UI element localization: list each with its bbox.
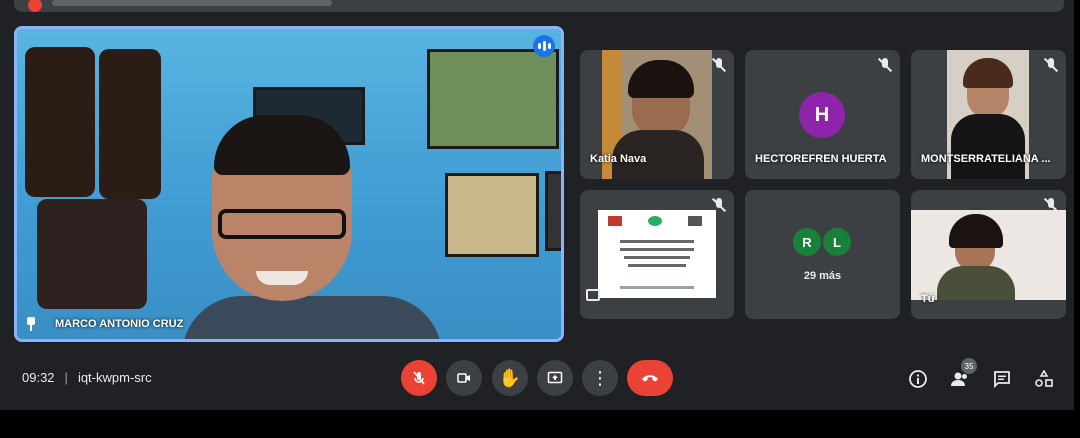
wall-picture — [427, 49, 559, 149]
wall-decoration — [37, 199, 147, 309]
avatar: H — [799, 92, 845, 138]
meeting-time: 09:32 — [22, 370, 55, 385]
muted-mic-icon — [878, 58, 892, 72]
wall-picture — [445, 173, 539, 257]
present-button[interactable] — [537, 360, 573, 396]
separator: | — [64, 370, 68, 385]
camera-toggle-button[interactable] — [446, 360, 482, 396]
shared-presentation — [598, 210, 716, 298]
present-screen-icon — [547, 371, 563, 384]
main-speaker-tile[interactable]: MARCO ANTONIO CRUZ — [14, 26, 564, 342]
more-participants-tile[interactable]: R L 29 más — [745, 190, 900, 319]
wall-decoration — [25, 47, 95, 197]
wall-picture — [545, 171, 561, 251]
chat-icon — [994, 371, 1010, 389]
mic-off-icon — [413, 371, 425, 385]
avatar: R — [793, 228, 821, 256]
meeting-code: iqt-kwpm-src — [77, 370, 152, 385]
people-count-badge: 35 — [961, 358, 977, 374]
muted-mic-icon — [712, 58, 726, 72]
speaker-video — [182, 115, 442, 339]
muted-mic-icon — [1044, 58, 1058, 72]
chat-button[interactable] — [989, 366, 1015, 392]
camera-icon — [457, 373, 470, 383]
participant-name: MONTSERRATELIANA ... — [921, 153, 1051, 165]
muted-mic-icon — [712, 198, 726, 212]
avatar: L — [823, 228, 851, 256]
people-button[interactable]: 35 — [947, 358, 977, 392]
control-bar: 09:32 | iqt-kwpm-src ✋ ⋮ 35 — [0, 356, 1080, 400]
participant-name: HECTOREFREN HUERTA — [755, 153, 887, 165]
self-video — [911, 210, 1066, 300]
meeting-details-button[interactable] — [905, 366, 931, 392]
presentation-icon — [586, 289, 600, 301]
main-speaker-name: MARCO ANTONIO CRUZ — [55, 318, 184, 330]
letterbox-bar — [0, 410, 1080, 438]
hang-up-icon — [642, 375, 658, 382]
participant-name: Katia Nava — [590, 153, 647, 165]
participant-tile[interactable]: H HECTOREFREN HUERTA — [745, 50, 900, 179]
meeting-info: 09:32 | iqt-kwpm-src — [22, 370, 152, 385]
pin-icon[interactable] — [25, 317, 37, 331]
hand-icon: ✋ — [498, 367, 522, 388]
info-icon — [909, 370, 927, 388]
recording-dot-icon — [28, 0, 42, 12]
muted-mic-icon — [1044, 198, 1058, 212]
banner-text — [52, 0, 332, 6]
participant-tile[interactable]: Katia Nava — [580, 50, 734, 179]
activities-button[interactable] — [1031, 366, 1057, 392]
more-options-button[interactable]: ⋮ — [582, 360, 618, 396]
self-tile[interactable]: Tú — [911, 190, 1066, 319]
more-vert-icon: ⋮ — [591, 367, 609, 388]
window-edge — [1074, 0, 1080, 410]
wall-decoration — [99, 49, 161, 199]
more-participants-count: 29 más — [803, 270, 842, 282]
participant-tile[interactable]: MONTSERRATELIANA ... — [911, 50, 1066, 179]
end-call-button[interactable] — [627, 360, 673, 396]
meet-stage: MARCO ANTONIO CRUZ Katia Nava H HECTOREF… — [0, 0, 1080, 410]
raise-hand-button[interactable]: ✋ — [492, 360, 528, 396]
activities-icon — [1035, 369, 1053, 387]
speaking-indicator-icon — [533, 35, 555, 57]
presentation-tile[interactable] — [580, 190, 734, 319]
participant-name: Tú — [921, 293, 935, 305]
notification-banner[interactable] — [14, 0, 1064, 12]
mic-toggle-button[interactable] — [401, 360, 437, 396]
